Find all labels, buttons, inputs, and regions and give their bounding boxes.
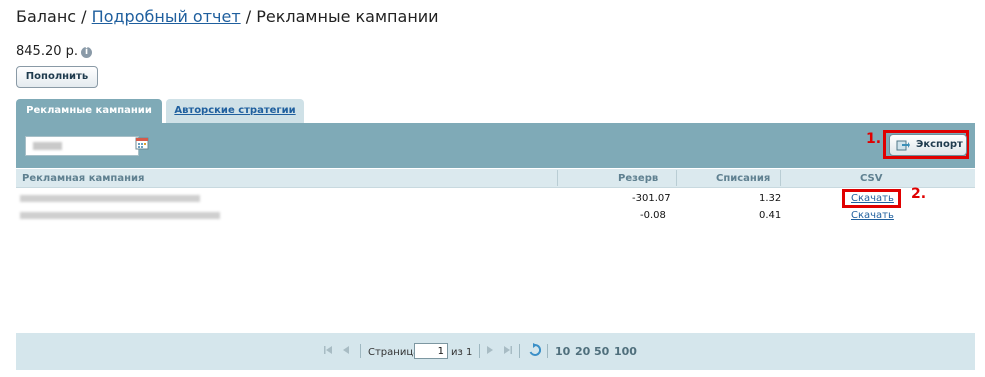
balance-value: 845.20 р. <box>16 44 79 59</box>
campaign-name-redacted <box>20 212 220 219</box>
spend-cell: 0.41 <box>759 210 782 221</box>
spend-cell: 1.32 <box>759 193 782 204</box>
balance-amount: 845.20 р. i <box>16 44 93 59</box>
page-size-10[interactable]: 10 <box>555 345 570 358</box>
csv-download-link[interactable]: Скачать <box>851 210 894 221</box>
breadcrumb: Баланс / Подробный отчет / Рекламные кам… <box>16 7 439 26</box>
table-header: Рекламная кампания Резерв Списания CSV <box>16 169 975 188</box>
tab-ad-campaigns[interactable]: Рекламные кампании <box>16 99 162 123</box>
page-size-20[interactable]: 20 <box>575 345 590 358</box>
page-count-label: из 1 <box>451 347 473 358</box>
reserve-cell: -301.07 <box>632 193 671 204</box>
breadcrumb-separator: / <box>81 7 87 26</box>
date-range-input[interactable] <box>25 136 139 156</box>
toolbar <box>16 123 975 168</box>
breadcrumb-link-detailed-report[interactable]: Подробный отчет <box>92 7 241 26</box>
breadcrumb-home: Баланс <box>16 7 77 26</box>
tab-author-strategies[interactable]: Авторские стратегии <box>166 99 304 123</box>
reserve-cell: -0.08 <box>640 210 666 221</box>
export-icon <box>896 140 910 151</box>
breadcrumb-separator: / <box>245 7 252 26</box>
refresh-icon[interactable] <box>528 343 542 357</box>
topup-button[interactable]: Пополнить <box>16 66 98 88</box>
column-header-spend[interactable]: Списания <box>716 173 770 184</box>
last-page-icon[interactable] <box>503 345 513 355</box>
first-page-icon[interactable] <box>323 345 333 355</box>
page-number-input[interactable]: 1 <box>414 343 448 359</box>
export-label: Экспорт <box>916 139 963 150</box>
column-header-campaign[interactable]: Рекламная кампания <box>22 173 144 184</box>
redacted-date <box>33 142 62 150</box>
pagination-bar: Страница 1 из 1 10 20 50 100 <box>16 333 975 370</box>
column-header-csv[interactable]: CSV <box>860 173 882 184</box>
csv-download-link[interactable]: Скачать <box>851 193 894 204</box>
export-button[interactable]: Экспорт <box>889 134 967 156</box>
column-header-reserve[interactable]: Резерв <box>618 173 658 184</box>
prev-page-icon[interactable] <box>342 345 350 355</box>
annotation-step-1: 1. <box>866 131 882 147</box>
info-icon[interactable]: i <box>81 47 93 58</box>
page-label: Страница <box>368 347 420 358</box>
campaign-name-redacted <box>20 195 200 202</box>
annotation-step-2: 2. <box>911 186 927 202</box>
breadcrumb-current: Рекламные кампании <box>256 7 439 26</box>
next-page-icon[interactable] <box>486 345 494 355</box>
page-size-50[interactable]: 50 <box>594 345 609 358</box>
page-size-100[interactable]: 100 <box>614 345 637 358</box>
calendar-icon[interactable] <box>135 136 149 150</box>
